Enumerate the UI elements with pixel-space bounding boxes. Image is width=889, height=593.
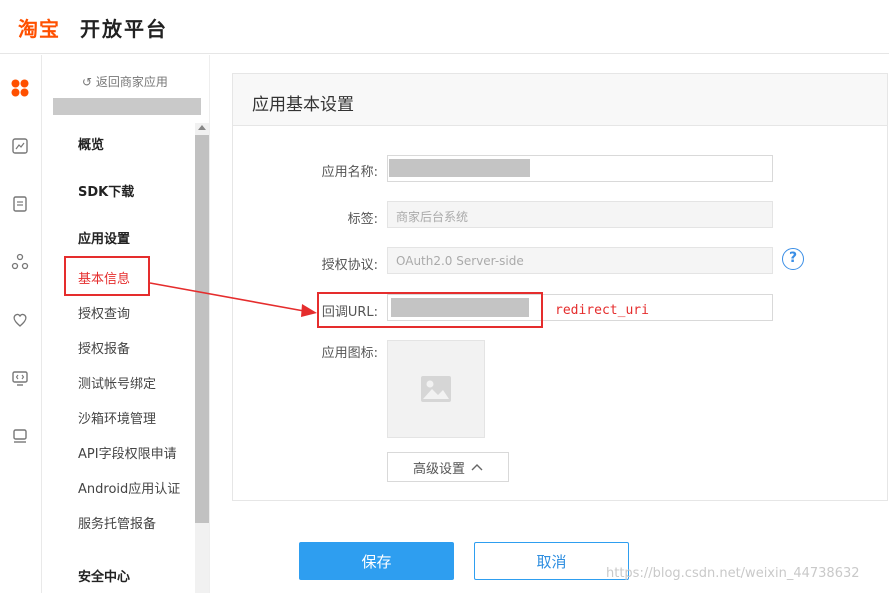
back-to-apps-link[interactable]: ↺ 返回商家应用 (82, 73, 168, 90)
save-button[interactable]: 保存 (299, 542, 454, 580)
share-nodes-icon[interactable] (9, 251, 31, 273)
document-icon[interactable] (9, 193, 31, 215)
card-title: 应用基本设置 (252, 95, 354, 115)
image-placeholder-icon (421, 376, 451, 402)
card-header: 应用基本设置 (233, 74, 887, 126)
nav-sdk-download[interactable]: SDK下载 (78, 181, 134, 200)
nav-security-center[interactable]: 安全中心 (78, 566, 130, 585)
nav-app-settings[interactable]: 应用设置 (78, 228, 130, 247)
photo-icon[interactable] (9, 135, 31, 157)
nav-test-account[interactable]: 测试帐号绑定 (78, 373, 156, 392)
nav-auth-report[interactable]: 授权报备 (78, 338, 130, 357)
stack-icon[interactable] (9, 425, 31, 447)
app-icon-label: 应用图标: (321, 346, 378, 361)
chevron-up-icon (471, 464, 483, 471)
advanced-settings-label: 高级设置 (412, 461, 465, 477)
tag-input: 商家后台系统 (387, 201, 773, 228)
nav-sandbox[interactable]: 沙箱环境管理 (78, 408, 156, 427)
auth-protocol-input: OAuth2.0 Server-side (387, 247, 773, 274)
nav-api-fields[interactable]: API字段权限申请 (78, 443, 177, 462)
help-icon[interactable]: ? (782, 248, 804, 270)
heart-icon[interactable] (9, 309, 31, 331)
redirect-uri-annotation: redirect_uri (555, 303, 649, 318)
nav-android-cert[interactable]: Android应用认证 (78, 478, 180, 497)
nav-overview[interactable]: 概览 (78, 134, 104, 153)
code-screen-icon[interactable] (9, 367, 31, 389)
scrollbar-thumb[interactable] (195, 135, 209, 523)
settings-card: 应用基本设置 (232, 73, 888, 501)
scroll-up-arrow[interactable] (198, 125, 206, 130)
annotation-highlight-nav (64, 256, 150, 296)
advanced-settings-button[interactable]: 高级设置 (387, 452, 509, 482)
app-name-redacted (53, 98, 201, 115)
scrollbar[interactable] (195, 123, 209, 593)
app-name-label: 应用名称: (321, 165, 378, 180)
nav-auth-query[interactable]: 授权查询 (78, 303, 130, 322)
annotation-highlight-url (317, 292, 543, 328)
watermark: https://blog.csdn.net/weixin_44738632 (606, 566, 860, 581)
platform-title: 开放平台 (80, 17, 168, 41)
app-icon-placeholder[interactable] (387, 340, 485, 438)
tag-label: 标签: (347, 212, 378, 227)
icon-rail (0, 55, 42, 593)
taobao-logo[interactable]: 淘宝 (18, 13, 60, 42)
app-name-redacted-value (389, 159, 530, 177)
auth-protocol-label: 授权协议: (321, 258, 378, 273)
top-bar: 淘宝 开放平台 (0, 0, 889, 54)
nav-hosting-report[interactable]: 服务托管报备 (78, 513, 156, 532)
apps-grid-icon[interactable] (9, 77, 31, 99)
